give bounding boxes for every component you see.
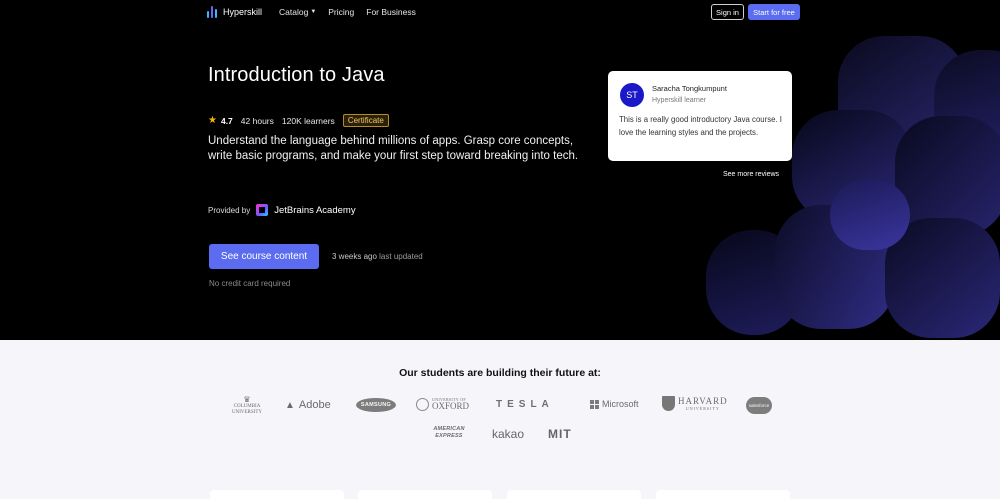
decor-shape xyxy=(830,180,910,250)
amex-line2: EXPRESS xyxy=(435,432,463,439)
adobe-logo: ▲ Adobe xyxy=(285,399,331,411)
companies-heading: Our students are building their future a… xyxy=(399,367,601,379)
adobe-icon: ▲ xyxy=(285,399,295,411)
nav-link-for-business[interactable]: For Business xyxy=(366,7,416,17)
course-meta: ★ 4.7 42 hours 120K learners Certificate xyxy=(208,114,389,127)
crown-icon: ♛ xyxy=(243,395,251,404)
card-preview xyxy=(656,490,790,499)
kakao-logo: kakao xyxy=(492,427,525,441)
brand-logo[interactable]: Hyperskill xyxy=(207,6,262,18)
samsung-logo: SAMSUNG xyxy=(356,398,396,412)
nav-link-pricing[interactable]: Pricing xyxy=(328,7,354,17)
nav-link-catalog[interactable]: Catalog ▼ xyxy=(279,7,316,17)
brand-name: Hyperskill xyxy=(223,7,263,17)
caret-down-icon: ▼ xyxy=(310,9,317,15)
tesla-logo: TESLA xyxy=(496,399,554,410)
nav-link-label: Catalog xyxy=(279,7,309,17)
provider-info: Provided by JetBrains Academy xyxy=(208,204,356,216)
start-for-free-button[interactable]: Start for free xyxy=(748,4,800,20)
american-express-logo: AMERICAN EXPRESS xyxy=(428,426,470,439)
companies-section: Our students are building their future a… xyxy=(0,340,1000,499)
avatar: ST xyxy=(620,83,644,107)
harvard-logo: HARVARD UNIVERSITY xyxy=(662,396,728,411)
course-description: Understand the language behind millions … xyxy=(208,135,579,162)
course-hours: 42 hours xyxy=(240,115,274,126)
card-preview xyxy=(210,490,344,499)
mit-logo: MIT xyxy=(548,427,572,441)
hero-section: Hyperskill Catalog ▼ Pricing For Business… xyxy=(0,0,1000,340)
course-title: Introduction to Java xyxy=(208,64,385,86)
columbia-logo: ♛ COLUMBIA UNIVERSITY xyxy=(228,396,266,415)
updated-time: 3 weeks ago xyxy=(332,252,377,261)
oxford-name: OXFORD xyxy=(432,401,470,411)
harvard-name: HARVARD xyxy=(678,395,728,406)
microsoft-icon xyxy=(590,399,599,409)
see-more-reviews-link[interactable]: See more reviews xyxy=(723,171,779,178)
harvard-shield-icon xyxy=(662,396,675,411)
no-credit-card-note: No credit card required xyxy=(209,279,291,288)
harvard-text: HARVARD UNIVERSITY xyxy=(678,395,728,411)
course-rating: 4.7 xyxy=(220,115,233,126)
provider-name[interactable]: JetBrains Academy xyxy=(274,205,355,216)
nav-links: Catalog ▼ Pricing For Business xyxy=(279,7,416,17)
provided-by-label: Provided by xyxy=(208,205,251,215)
oxford-text: UNIVERSITY OF OXFORD xyxy=(432,397,469,411)
top-nav: Hyperskill Catalog ▼ Pricing For Business… xyxy=(0,0,1000,26)
course-learners: 120K learners xyxy=(281,115,335,126)
star-icon: ★ xyxy=(208,115,217,126)
last-updated: 3 weeks ago last updated xyxy=(332,252,423,261)
review-text: This is a really good introductory Java … xyxy=(619,115,782,137)
card-preview xyxy=(358,490,492,499)
columbia-line2: UNIVERSITY xyxy=(232,409,262,415)
updated-suffix: last updated xyxy=(379,252,423,261)
see-course-content-button[interactable]: See course content xyxy=(209,244,319,269)
hyperskill-logo-icon xyxy=(207,6,217,18)
jetbrains-logo-icon xyxy=(256,204,269,216)
salesforce-logo: salesforce xyxy=(746,397,772,414)
adobe-text: Adobe xyxy=(298,399,331,411)
oxford-logo: UNIVERSITY OF OXFORD xyxy=(416,397,469,411)
sign-in-button[interactable]: Sign in xyxy=(711,4,744,20)
card-preview xyxy=(507,490,641,499)
reviewer-name: Saracha Tongkumpunt xyxy=(652,84,727,93)
microsoft-text: Microsoft xyxy=(602,399,639,409)
oxford-seal-icon xyxy=(416,397,429,411)
certificate-badge: Certificate xyxy=(342,114,389,127)
review-card: ST Saracha Tongkumpunt Hyperskill learne… xyxy=(608,71,792,161)
reviewer-role: Hyperskill learner xyxy=(652,97,707,104)
microsoft-logo: Microsoft xyxy=(590,399,639,409)
harvard-small: UNIVERSITY xyxy=(685,405,720,411)
